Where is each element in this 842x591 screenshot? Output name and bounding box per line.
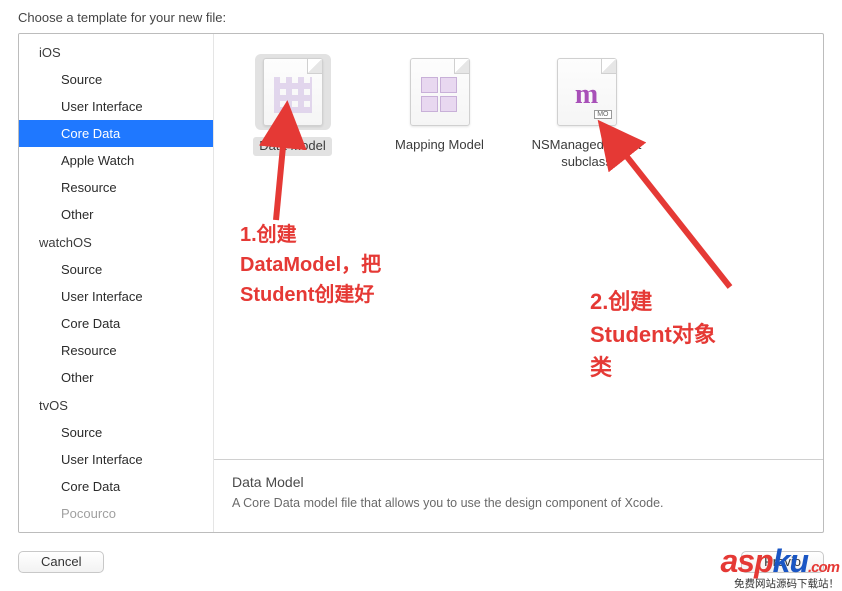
sidebar-item-ios-resource[interactable]: Resource xyxy=(19,174,213,201)
platform-watchos: watchOS xyxy=(19,228,213,256)
sidebar-item-watchos-resource[interactable]: Resource xyxy=(19,337,213,364)
new-file-template-dialog: Choose a template for your new file: iOS… xyxy=(0,0,842,591)
template-label: NSManagedObject subclass xyxy=(532,137,642,169)
dialog-header: Choose a template for your new file: xyxy=(0,0,842,33)
platform-tvos: tvOS xyxy=(19,391,213,419)
main-panel: iOS Source User Interface Core Data Appl… xyxy=(18,33,824,533)
description-panel: Data Model A Core Data model file that a… xyxy=(214,459,823,532)
content-panel: Data Model Mapping Model mMO NSManagedOb… xyxy=(214,34,823,532)
watermark-sub: 免费网站源码下载站！ xyxy=(734,576,839,591)
sidebar-item-ios-other[interactable]: Other xyxy=(19,201,213,228)
watermark-logo: aspku.com xyxy=(721,548,840,575)
sidebar-item-tvos-user-interface[interactable]: User Interface xyxy=(19,446,213,473)
template-nsmanagedobject-subclass[interactable]: mMO NSManagedObject subclass xyxy=(514,48,659,177)
sidebar-item-watchos-source[interactable]: Source xyxy=(19,256,213,283)
sidebar-item-watchos-user-interface[interactable]: User Interface xyxy=(19,283,213,310)
watermark: aspku.com 免费网站源码下载站！ xyxy=(721,548,840,591)
sidebar: iOS Source User Interface Core Data Appl… xyxy=(19,34,214,532)
sidebar-item-tvos-core-data[interactable]: Core Data xyxy=(19,473,213,500)
template-data-model[interactable]: Data Model xyxy=(220,48,365,162)
template-mapping-model[interactable]: Mapping Model xyxy=(367,48,512,160)
sidebar-item-tvos-source[interactable]: Source xyxy=(19,419,213,446)
header-title: Choose a template for your new file: xyxy=(18,10,226,25)
sidebar-item-ios-apple-watch[interactable]: Apple Watch xyxy=(19,147,213,174)
template-grid: Data Model Mapping Model mMO NSManagedOb… xyxy=(214,34,823,459)
sidebar-item-ios-source[interactable]: Source xyxy=(19,66,213,93)
sidebar-item-watchos-core-data[interactable]: Core Data xyxy=(19,310,213,337)
document-icon xyxy=(410,58,470,126)
sidebar-item-watchos-other[interactable]: Other xyxy=(19,364,213,391)
description-title: Data Model xyxy=(232,474,805,490)
watermark-text: ku xyxy=(773,543,808,579)
document-icon xyxy=(263,58,323,126)
sidebar-scroll[interactable]: iOS Source User Interface Core Data Appl… xyxy=(19,34,213,532)
sidebar-item-tvos-resource[interactable]: Pocourco xyxy=(19,500,213,527)
sidebar-item-ios-user-interface[interactable]: User Interface xyxy=(19,93,213,120)
sidebar-item-ios-core-data[interactable]: Core Data xyxy=(19,120,213,147)
watermark-text: .com xyxy=(808,559,839,576)
cancel-button[interactable]: Cancel xyxy=(18,551,104,573)
description-text: A Core Data model file that allows you t… xyxy=(232,496,805,510)
platform-ios: iOS xyxy=(19,38,213,66)
dialog-footer: Cancel Previo xyxy=(0,533,842,591)
document-icon: mMO xyxy=(557,58,617,126)
watermark-text: asp xyxy=(721,543,773,579)
template-label: Data Model xyxy=(253,137,331,156)
template-label: Mapping Model xyxy=(395,137,484,152)
